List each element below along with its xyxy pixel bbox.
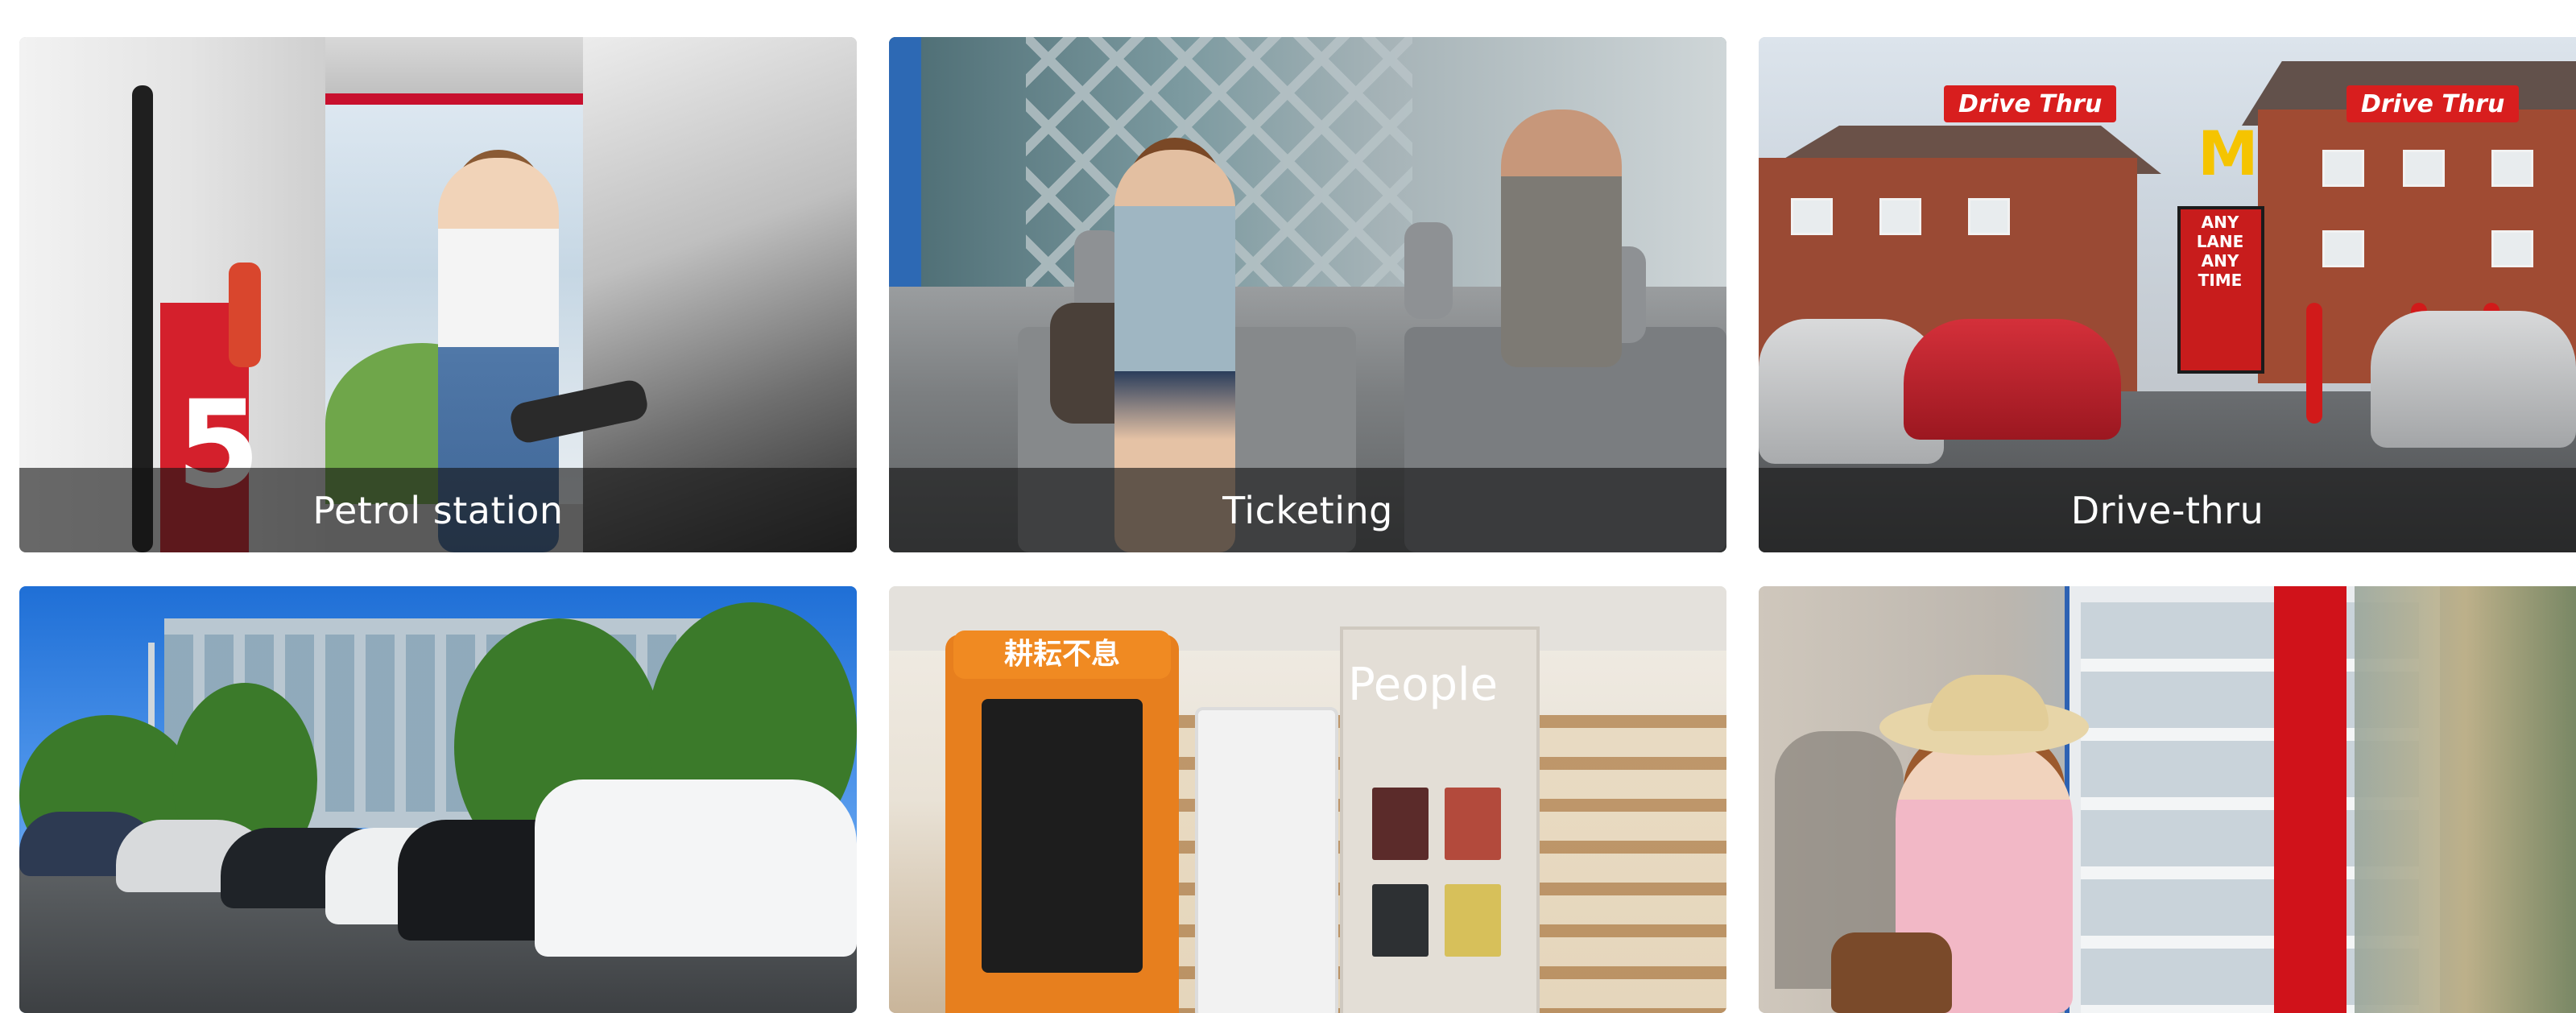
scenario-gallery: 5 Petrol station Ticketing Drive Thru Dr…: [0, 0, 2576, 1013]
caption-bar: Drive-thru: [1759, 468, 2576, 552]
man-commuter: [1501, 110, 1622, 367]
car: [1904, 319, 2121, 440]
card-vending-machine[interactable]: [1759, 586, 2576, 1013]
vending-machine-photo: [1759, 586, 2576, 1013]
ev-parking-photo: [19, 586, 857, 1013]
caption-bar: Ticketing: [889, 468, 1726, 552]
menu-board-text: ANY LANE ANY TIME: [2196, 213, 2244, 290]
drive-thru-sign: Drive Thru: [2347, 85, 2520, 122]
card-ev-parking[interactable]: [19, 586, 857, 1013]
card-caption: Petrol station: [312, 488, 564, 532]
card-ticketing[interactable]: Ticketing: [889, 37, 1726, 552]
kiosk-label: 耕耘不息: [953, 631, 1171, 679]
ev-car: [535, 779, 857, 957]
arches-logo-icon: M: [2198, 118, 2259, 189]
card-library-kiosk[interactable]: 耕耘不息 People: [889, 586, 1726, 1013]
card-caption: Drive-thru: [2070, 488, 2264, 532]
kiosk-screen: [982, 699, 1143, 973]
card-reader: [1404, 222, 1453, 319]
card-petrol-station[interactable]: 5 Petrol station: [19, 37, 857, 552]
backpack: [1831, 932, 1952, 1013]
card-caption: Ticketing: [1222, 488, 1393, 532]
shelf-label: People: [1348, 659, 1499, 711]
card-drive-thru[interactable]: Drive Thru Drive Thru M ANY LANE ANY TIM…: [1759, 37, 2576, 552]
fire-extinguisher: [229, 263, 261, 367]
car: [2371, 311, 2576, 448]
caption-bar: Petrol station: [19, 468, 857, 552]
library-kiosk-photo: 耕耘不息 People: [889, 586, 1726, 1013]
drive-thru-sign: Drive Thru: [1944, 85, 2117, 122]
